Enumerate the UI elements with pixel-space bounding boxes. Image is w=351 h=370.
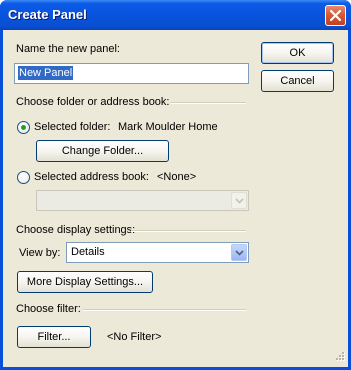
selected-folder-radio[interactable]: [17, 121, 30, 134]
panel-name-input[interactable]: New Panel: [14, 63, 249, 84]
selected-address-book-radio[interactable]: [17, 171, 30, 184]
panel-name-value: New Panel: [18, 66, 74, 80]
address-book-dropdown-button[interactable]: [231, 192, 247, 209]
close-icon: [330, 10, 341, 21]
create-panel-dialog: Create Panel Name the new panel: New Pan…: [0, 0, 351, 370]
change-folder-button[interactable]: Change Folder...: [36, 140, 169, 162]
selected-folder-value: Mark Moulder Home: [118, 121, 218, 133]
more-display-settings-button[interactable]: More Display Settings...: [17, 271, 153, 293]
radio-selected-dot: [21, 125, 26, 130]
filter-value: <No Filter>: [107, 331, 162, 343]
change-folder-button-label: Change Folder...: [61, 145, 144, 157]
selected-address-book-value: <None>: [157, 171, 197, 183]
dialog-body: Name the new panel: New Panel OK Cancel …: [3, 30, 348, 367]
view-by-select[interactable]: Details: [66, 242, 249, 263]
filter-section-divider: [83, 309, 246, 311]
selected-address-book-label: Selected address book:: [34, 171, 149, 183]
view-by-dropdown-button[interactable]: [231, 244, 247, 261]
folder-section-label: Choose folder or address book:: [16, 96, 170, 108]
cancel-button-label: Cancel: [280, 75, 315, 87]
resize-grip-icon[interactable]: [334, 350, 346, 365]
view-by-label: View by:: [19, 247, 61, 259]
ok-button-label: OK: [289, 47, 306, 59]
address-book-select[interactable]: [36, 190, 249, 211]
selected-folder-label: Selected folder:: [34, 121, 111, 133]
title-bar[interactable]: Create Panel: [0, 0, 351, 30]
close-button[interactable]: [325, 5, 346, 26]
cancel-button[interactable]: Cancel: [261, 70, 334, 92]
chevron-down-icon: [234, 195, 244, 207]
filter-button[interactable]: Filter...: [17, 326, 91, 348]
ok-button[interactable]: OK: [261, 42, 334, 64]
folder-section-divider: [171, 102, 246, 104]
display-section-divider: [131, 230, 246, 232]
window-title: Create Panel: [8, 7, 87, 22]
filter-section-label: Choose filter:: [16, 303, 81, 315]
chevron-down-icon: [234, 247, 244, 259]
view-by-select-value: Details: [71, 246, 105, 258]
filter-button-label: Filter...: [37, 331, 71, 343]
panel-name-label: Name the new panel:: [16, 43, 120, 55]
more-display-settings-button-label: More Display Settings...: [26, 276, 144, 288]
display-section-label: Choose display settings:: [16, 224, 136, 236]
